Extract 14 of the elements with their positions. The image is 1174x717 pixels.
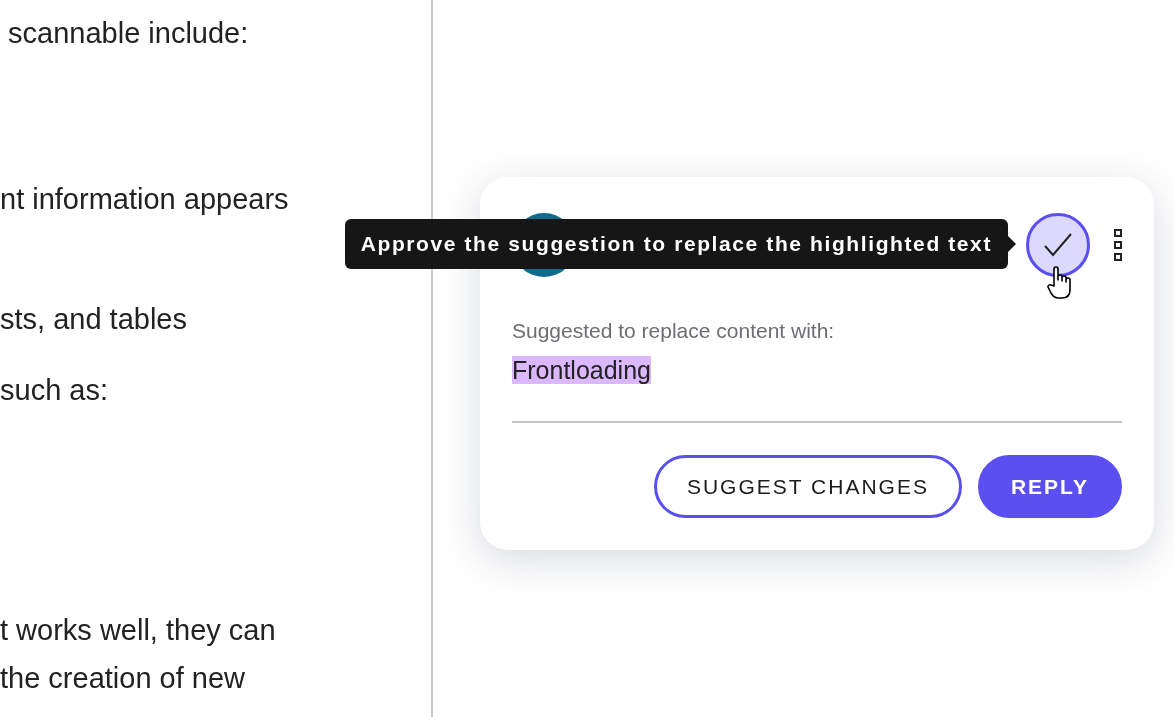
paragraph-text: such as: xyxy=(0,373,109,408)
paragraph-text: the creation of new xyxy=(0,661,247,696)
suggest-changes-button[interactable]: SUGGEST CHANGES xyxy=(653,455,962,518)
reply-button[interactable]: REPLY xyxy=(977,455,1122,518)
suggestion-label: Suggested to replace content with: xyxy=(512,318,836,344)
paragraph-text: scannable include: xyxy=(7,16,250,51)
hand-cursor-icon xyxy=(1047,266,1073,300)
more-options-icon[interactable] xyxy=(1114,229,1122,261)
paragraph-text: nt information appears xyxy=(0,182,290,217)
paragraph-text: t works well, they can xyxy=(0,613,277,648)
suggested-text: Frontloading xyxy=(512,356,651,384)
tooltip-arrow-icon xyxy=(1008,236,1016,252)
checkmark-icon xyxy=(1043,232,1073,258)
paragraph-text: sts, and tables xyxy=(0,302,188,337)
